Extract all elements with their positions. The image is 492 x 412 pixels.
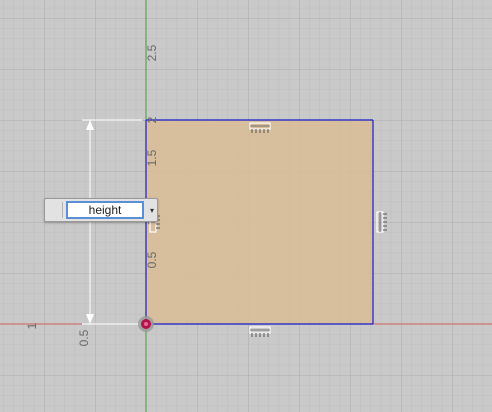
tick-label-2-5: 2.5 — [145, 44, 159, 61]
dimension-tick-label-1: 1 — [25, 322, 39, 329]
chevron-down-icon[interactable]: ▾ — [147, 202, 157, 218]
sketch-rectangle-fill[interactable] — [146, 120, 373, 324]
tick-label-1-5: 1.5 — [145, 149, 159, 166]
dimension-input-box[interactable]: ▾ — [44, 198, 158, 222]
drag-handle-icon[interactable] — [48, 202, 63, 218]
dimension-tick-label-0-5: 0.5 — [77, 329, 91, 346]
dimension-value-input[interactable] — [66, 201, 144, 219]
tick-label-2: 2 — [145, 116, 159, 123]
tick-label-0-5: 0.5 — [145, 251, 159, 268]
origin-point-icon[interactable] — [138, 316, 154, 332]
